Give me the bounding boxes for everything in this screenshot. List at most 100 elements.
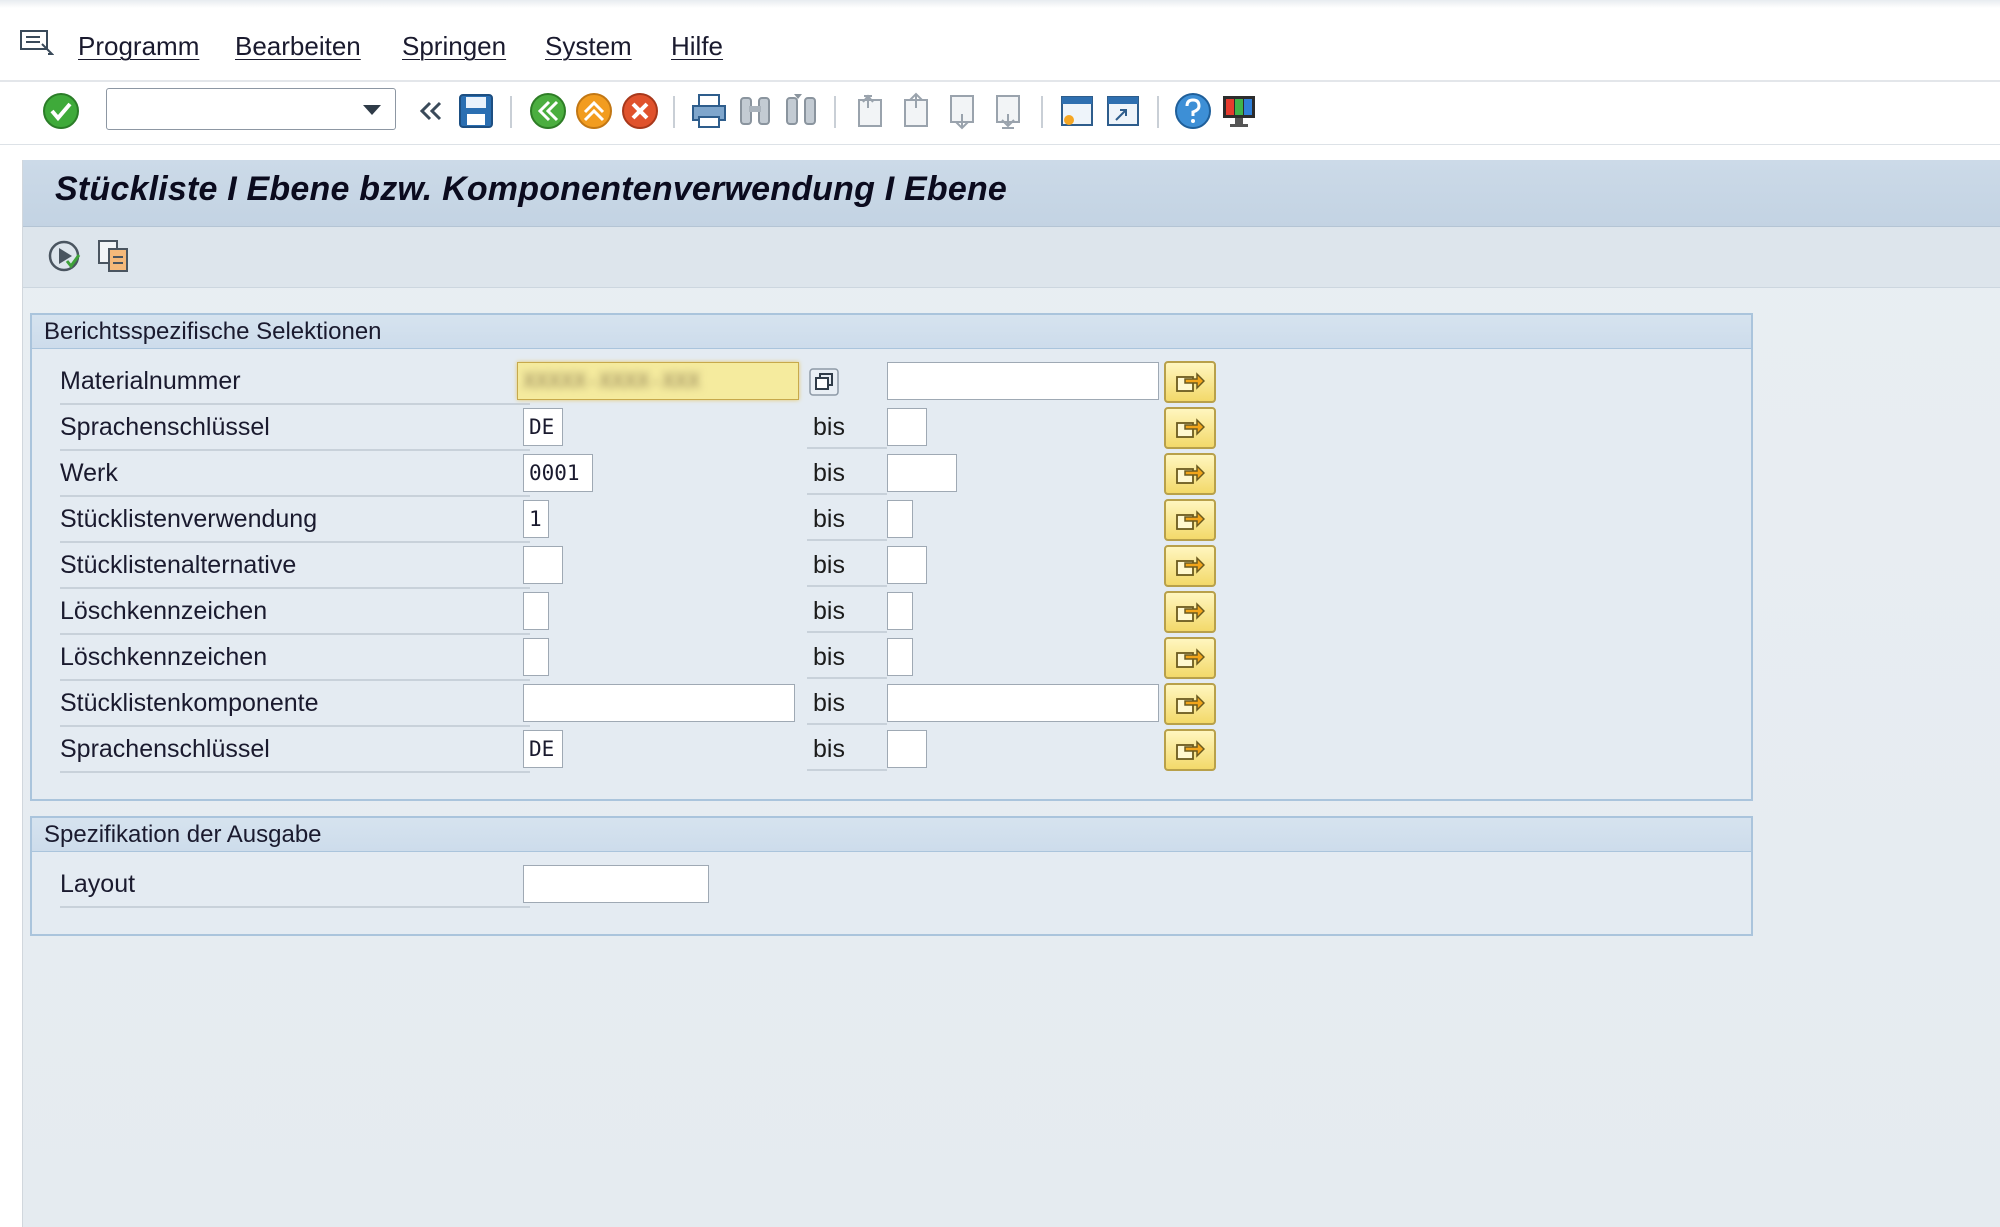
multiple-selection-button[interactable] <box>1164 637 1216 679</box>
multiple-selection-button[interactable] <box>1164 453 1216 495</box>
row-label: Löschkennzeichen <box>60 635 530 681</box>
customize-layout-icon[interactable] <box>1218 90 1260 132</box>
multiple-selection-arrow-icon <box>1176 602 1205 622</box>
selection-row-sprachenschluessel: Sprachenschlüssel DE bis <box>32 405 1732 451</box>
sprachenschluessel-from-field[interactable]: DE <box>523 408 563 446</box>
output-row-layout: Layout <box>32 862 1732 908</box>
bis-label: bis <box>807 497 887 541</box>
execute-icon[interactable] <box>45 237 83 275</box>
last-page-icon[interactable] <box>987 90 1029 132</box>
cancel-icon[interactable] <box>619 90 661 132</box>
bis-label: bis <box>807 635 887 679</box>
stuecklistenkomponente-to-field[interactable] <box>887 684 1159 722</box>
multiple-selection-arrow-icon <box>1176 740 1205 760</box>
menu-programm[interactable]: Programm <box>78 31 199 62</box>
werk-from-field[interactable]: 0001 <box>523 454 593 492</box>
stuecklistenverwendung-from-value: 1 <box>529 507 542 531</box>
multiple-selection-button[interactable] <box>1164 683 1216 725</box>
row-label: Stücklistenverwendung <box>60 497 530 543</box>
page-title: Stückliste I Ebene bzw. Komponentenverwe… <box>55 170 1008 208</box>
print-icon[interactable] <box>688 90 730 132</box>
toolbar-separator <box>1041 96 1043 128</box>
selection-row-loeschkennzeichen-2: Löschkennzeichen bis <box>32 635 1732 681</box>
sprachenschluessel-2-to-field[interactable] <box>887 730 927 768</box>
collapse-icon[interactable] <box>410 90 452 132</box>
menu-hilfe[interactable]: Hilfe <box>671 31 723 62</box>
save-icon[interactable] <box>455 90 497 132</box>
bis-label: bis <box>807 589 887 633</box>
multiple-selection-button[interactable] <box>1164 545 1216 587</box>
row-label: Werk <box>60 451 530 497</box>
multiple-selection-arrow-icon <box>1176 556 1205 576</box>
toolbar-separator <box>510 96 512 128</box>
command-input[interactable] <box>113 91 347 129</box>
menu-system[interactable]: System <box>545 31 632 62</box>
multiple-selection-button[interactable] <box>1164 499 1216 541</box>
werk-to-field[interactable] <box>887 454 957 492</box>
help-icon[interactable] <box>1172 90 1214 132</box>
layout-field[interactable] <box>523 865 709 903</box>
multiple-selection-arrow-icon <box>1176 510 1205 530</box>
main-content: Stückliste I Ebene bzw. Komponentenverwe… <box>22 160 2000 1227</box>
selection-row-materialnummer: Materialnummer XXXXX-XXXX-XXX <box>32 359 1732 405</box>
materialnummer-to-field[interactable] <box>887 362 1159 400</box>
materialnummer-from-field[interactable]: XXXXX-XXXX-XXX <box>517 362 799 400</box>
system-menu-icon[interactable] <box>20 30 54 56</box>
first-page-icon[interactable] <box>849 90 891 132</box>
previous-page-icon[interactable] <box>895 90 937 132</box>
selection-row-werk: Werk 0001 bis <box>32 451 1732 497</box>
multiple-selection-copy-icon[interactable] <box>808 367 840 397</box>
stuecklistenalternative-from-field[interactable] <box>523 546 563 584</box>
enter-check-icon[interactable] <box>40 90 82 132</box>
back-icon[interactable] <box>527 90 569 132</box>
row-label: Stücklistenalternative <box>60 543 530 589</box>
materialnummer-from-value: XXXXX-XXXX-XXX <box>523 369 701 393</box>
menu-bearbeiten[interactable]: Bearbeiten <box>235 31 361 62</box>
multiple-selection-arrow-icon <box>1176 648 1205 668</box>
selections-group: Berichtsspezifische Selektionen Material… <box>30 313 1753 801</box>
loeschkennzeichen-to-field[interactable] <box>887 592 913 630</box>
multiple-selection-button[interactable] <box>1164 407 1216 449</box>
bis-label: bis <box>807 451 887 495</box>
sprachenschluessel-2-from-value: DE <box>529 737 555 761</box>
multiple-selection-button[interactable] <box>1164 729 1216 771</box>
command-field[interactable] <box>106 88 396 130</box>
find-icon[interactable] <box>734 90 776 132</box>
row-label: Layout <box>60 862 530 908</box>
row-label: Löschkennzeichen <box>60 589 530 635</box>
bis-label: bis <box>807 681 887 725</box>
selections-group-header: Berichtsspezifische Selektionen <box>32 315 1751 349</box>
loeschkennzeichen-2-to-field[interactable] <box>887 638 913 676</box>
create-session-icon[interactable] <box>1056 90 1098 132</box>
selection-row-sprachenschluessel-2: Sprachenschlüssel DE bis <box>32 727 1732 773</box>
menu-bar: Programm Bearbeiten Springen System Hilf… <box>0 0 2000 82</box>
selection-row-stuecklistenkomponente: Stücklistenkomponente bis <box>32 681 1732 727</box>
stuecklistenkomponente-from-field[interactable] <box>523 684 795 722</box>
find-next-icon[interactable] <box>780 90 822 132</box>
bis-label: bis <box>807 543 887 587</box>
multiple-selection-arrow-icon <box>1176 464 1205 484</box>
selection-row-stuecklistenalternative: Stücklistenalternative bis <box>32 543 1732 589</box>
get-variant-icon[interactable] <box>95 237 133 275</box>
menu-springen[interactable]: Springen <box>402 31 506 62</box>
next-page-icon[interactable] <box>941 90 983 132</box>
output-group: Spezifikation der Ausgabe Layout <box>30 816 1753 936</box>
exit-icon[interactable] <box>573 90 615 132</box>
werk-from-value: 0001 <box>529 461 580 485</box>
multiple-selection-button[interactable] <box>1164 591 1216 633</box>
create-shortcut-icon[interactable] <box>1102 90 1144 132</box>
row-label: Materialnummer <box>60 359 530 405</box>
sprachenschluessel-to-field[interactable] <box>887 408 927 446</box>
stuecklistenalternative-to-field[interactable] <box>887 546 927 584</box>
stuecklistenverwendung-to-field[interactable] <box>887 500 913 538</box>
toolbar-separator <box>1157 96 1159 128</box>
loeschkennzeichen-2-from-field[interactable] <box>523 638 549 676</box>
row-label: Sprachenschlüssel <box>60 405 530 451</box>
command-dropdown-icon[interactable] <box>357 89 387 129</box>
loeschkennzeichen-from-field[interactable] <box>523 592 549 630</box>
row-label: Sprachenschlüssel <box>60 727 530 773</box>
multiple-selection-button[interactable] <box>1164 361 1216 403</box>
stuecklistenverwendung-from-field[interactable]: 1 <box>523 500 549 538</box>
sprachenschluessel-2-from-field[interactable]: DE <box>523 730 563 768</box>
application-toolbar <box>23 227 2000 288</box>
